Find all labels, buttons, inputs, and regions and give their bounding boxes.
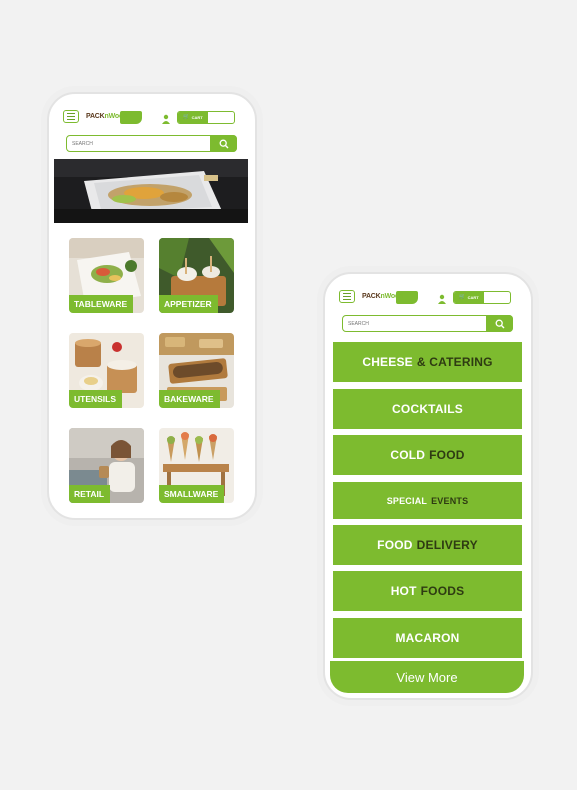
cart-fill: 🛒 CART	[178, 112, 208, 123]
tile-label: UTENSILS	[69, 390, 123, 408]
search-icon	[495, 319, 504, 328]
category-macaron[interactable]: MACARON	[333, 618, 522, 658]
category-word-1: MACARON	[395, 631, 460, 645]
header: PACKnWood 🛒 CART	[325, 274, 531, 344]
search-input[interactable]	[72, 138, 202, 149]
category-cold-food[interactable]: COLD FOOD	[333, 435, 522, 475]
cart-label: CART	[191, 115, 203, 120]
phone-mockup-right: PACKnWood 🛒 CART CHEESE& CATERING COCK	[323, 272, 533, 700]
search-icon	[219, 139, 228, 148]
hamburger-menu-icon[interactable]	[339, 290, 355, 303]
category-cocktails[interactable]: COCKTAILS	[333, 389, 522, 429]
category-hot-foods[interactable]: HOT FOODS	[333, 571, 522, 611]
cart-button[interactable]: 🛒 CART	[453, 291, 511, 304]
tile-label: APPETIZER	[159, 295, 218, 313]
search-button[interactable]	[486, 315, 513, 332]
logo-text: PACKnWood	[362, 293, 404, 300]
category-word-1: SPECIAL	[386, 495, 428, 506]
category-word-1: HOT	[390, 584, 417, 598]
user-icon[interactable]	[437, 294, 447, 304]
cart-button[interactable]: 🛒 CART	[177, 111, 235, 124]
logo[interactable]: PACKnWood	[86, 111, 146, 125]
category-cheese-catering[interactable]: CHEESE & CATERING	[333, 342, 522, 382]
hero-banner-image	[54, 159, 248, 223]
category-word-2: FOOD	[429, 448, 465, 462]
tile-label: BAKEWARE	[159, 390, 220, 408]
category-word-1: FOOD	[377, 538, 413, 552]
cart-icon: 🛒	[459, 294, 466, 300]
category-tile-bakeware[interactable]: BAKEWARE	[159, 333, 234, 408]
category-tile-tableware[interactable]: TABLEWARE	[69, 238, 144, 313]
category-tile-appetizer[interactable]: APPETIZER	[159, 238, 234, 313]
category-tile-retail[interactable]: RETAIL	[69, 428, 144, 503]
phone-mockup-left: PACKnWood 🛒 CART SEARCH TABLEWARE APPETI…	[47, 92, 257, 520]
category-tile-utensils[interactable]: UTENSILS	[69, 333, 144, 408]
search-bar	[66, 135, 237, 152]
view-more-button[interactable]: View More	[330, 661, 524, 693]
search-input[interactable]	[348, 318, 478, 329]
cart-fill: 🛒 CART	[454, 292, 484, 303]
hamburger-menu-icon[interactable]	[63, 110, 79, 123]
category-word-2: & CATERING	[416, 355, 493, 369]
category-word-2: FOODS	[420, 584, 465, 598]
search-button[interactable]	[210, 135, 237, 152]
search-bar	[342, 315, 513, 332]
tile-label: TABLEWARE	[69, 295, 134, 313]
logo[interactable]: PACKnWood	[362, 291, 422, 305]
category-word-2: EVENTS	[431, 495, 469, 506]
header: PACKnWood 🛒 CART	[49, 94, 255, 164]
tile-label: SMALLWARE	[159, 485, 225, 503]
category-food-delivery[interactable]: FOOD DELIVERY	[333, 525, 522, 565]
cart-label: CART	[467, 295, 479, 300]
category-word-1: COLD	[390, 448, 426, 462]
user-icon[interactable]	[161, 114, 171, 124]
category-word-1: CHEESE	[362, 355, 413, 369]
category-special-events[interactable]: SPECIAL EVENTS	[333, 482, 522, 519]
cart-icon: 🛒	[183, 114, 190, 120]
category-word-2: DELIVERY	[416, 538, 478, 552]
category-word-1: COCKTAILS	[392, 402, 463, 416]
category-tile-smallware[interactable]: SMALLWARE	[159, 428, 234, 503]
logo-text: PACKnWood	[86, 113, 128, 120]
tile-label: RETAIL	[69, 485, 111, 503]
